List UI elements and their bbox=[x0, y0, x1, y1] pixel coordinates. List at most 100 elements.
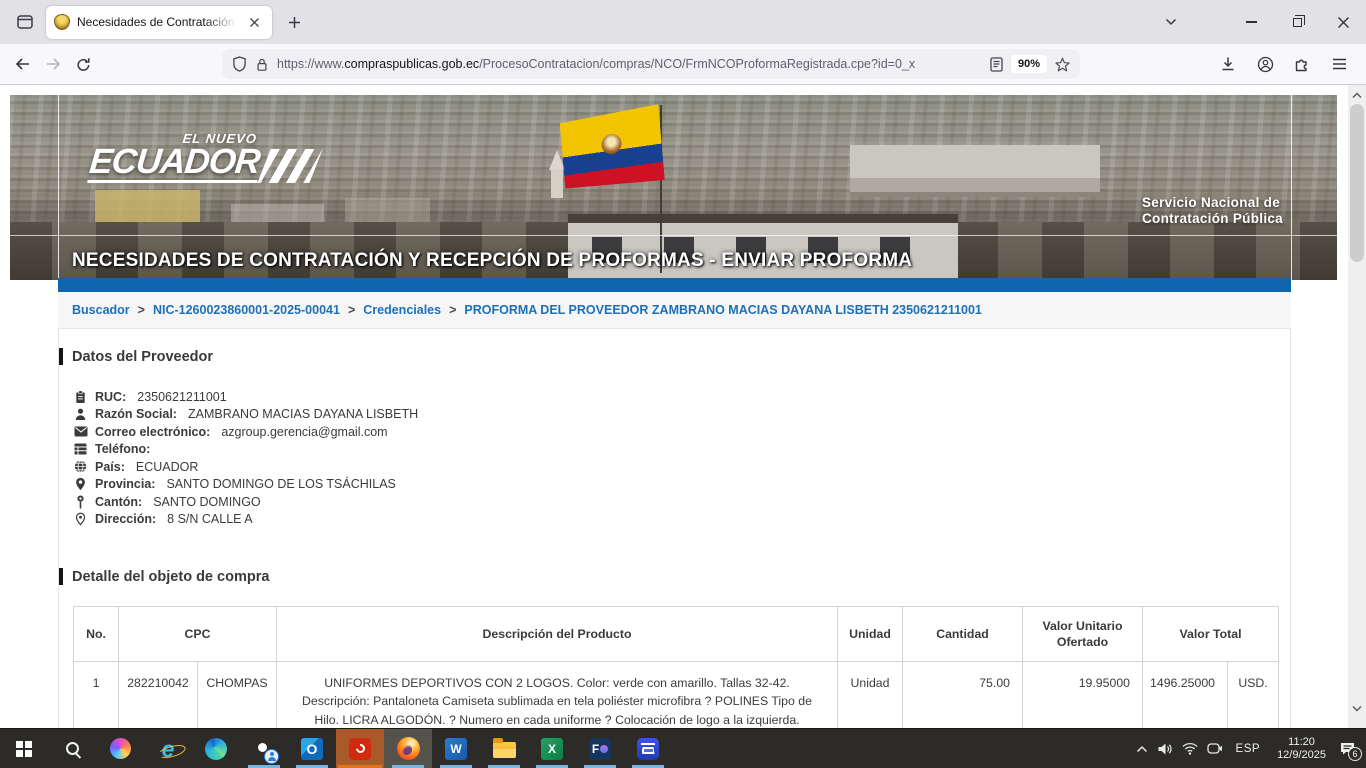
zoom-level-button[interactable]: 90% bbox=[1011, 55, 1047, 73]
field-direccion: Dirección: 8 S/N CALLE A bbox=[73, 511, 1290, 529]
list-all-tabs-icon[interactable] bbox=[1156, 7, 1186, 37]
browser-tab[interactable]: Necesidades de Contratación y bbox=[46, 6, 272, 39]
tab-close-icon[interactable] bbox=[244, 12, 264, 32]
el-nuevo-ecuador-logo: EL NUEVO ECUADOR bbox=[87, 131, 319, 183]
notification-count-badge: 6 bbox=[1348, 747, 1362, 761]
table-row: 1 282210042 CHOMPAS UNIFORMES DEPORTIVOS… bbox=[74, 662, 1279, 729]
col-no: No. bbox=[74, 607, 119, 662]
windows-logo-icon bbox=[16, 741, 32, 757]
windows-taskbar: e O W X F ESP 11:20 12/9/2025 6 bbox=[0, 728, 1366, 768]
bookmark-star-icon[interactable] bbox=[1055, 57, 1070, 72]
system-tray: ESP 11:20 12/9/2025 6 bbox=[1136, 729, 1366, 768]
shield-icon[interactable] bbox=[232, 56, 247, 72]
scroll-up-icon[interactable] bbox=[1348, 87, 1366, 103]
cell-valor-unitario: 19.95000 bbox=[1023, 662, 1143, 729]
reader-mode-icon[interactable] bbox=[990, 57, 1003, 72]
breadcrumb-credenciales[interactable]: Credenciales bbox=[363, 303, 441, 317]
notification-center-icon[interactable]: 6 bbox=[1339, 741, 1356, 757]
volume-icon[interactable] bbox=[1157, 742, 1173, 756]
search-icon bbox=[66, 742, 79, 755]
tray-chevron-up-icon[interactable] bbox=[1136, 745, 1148, 753]
forward-icon[interactable] bbox=[38, 49, 68, 79]
taskbar-acrobat-button[interactable] bbox=[336, 729, 384, 768]
url-text: https://www.compraspublicas.gob.ec/Proce… bbox=[277, 57, 982, 71]
ecuador-flag bbox=[559, 104, 665, 194]
new-tab-button[interactable] bbox=[280, 8, 308, 36]
taskbar-outlook-button[interactable]: O bbox=[288, 729, 336, 768]
menu-hamburger-icon[interactable] bbox=[1324, 49, 1354, 79]
clock[interactable]: 11:20 12/9/2025 bbox=[1273, 736, 1330, 762]
taskbar-excel-button[interactable]: X bbox=[528, 729, 576, 768]
start-button[interactable] bbox=[0, 729, 48, 768]
site-favicon bbox=[54, 14, 70, 30]
language-indicator[interactable]: ESP bbox=[1232, 743, 1265, 755]
cell-currency: USD. bbox=[1228, 662, 1279, 729]
map-marker-icon bbox=[73, 495, 88, 509]
taskbar-firefox-button[interactable] bbox=[384, 729, 432, 768]
meet-now-icon[interactable] bbox=[1207, 742, 1223, 755]
provider-section-heading: Datos del Proveedor bbox=[59, 349, 1290, 365]
cell-valor-total: 1496.25000 bbox=[1143, 662, 1228, 729]
wifi-icon[interactable] bbox=[1182, 742, 1198, 755]
cell-cpc-code: 282210042 bbox=[119, 662, 198, 729]
browser-toolbar: https://www.compraspublicas.gob.ec/Proce… bbox=[0, 44, 1366, 85]
cell-cpc-name: CHOMPAS bbox=[198, 662, 277, 729]
col-cantidad: Cantidad bbox=[903, 607, 1023, 662]
extensions-icon[interactable] bbox=[1287, 49, 1317, 79]
col-descripcion: Descripción del Producto bbox=[277, 607, 838, 662]
firefox-icon bbox=[397, 737, 420, 760]
cell-descripcion: UNIFORMES DEPORTIVOS CON 2 LOGOS. Color:… bbox=[277, 662, 838, 729]
edge-icon bbox=[205, 738, 227, 760]
chrome-profile-badge bbox=[264, 749, 279, 764]
field-correo: Correo electrónico: azgroup.gerencia@gma… bbox=[73, 423, 1290, 441]
breadcrumb: Buscador > NIC-1260023860001-2025-00041 … bbox=[58, 292, 1291, 329]
reload-icon[interactable] bbox=[68, 49, 98, 79]
taskbar-scanner-button[interactable] bbox=[624, 729, 672, 768]
internet-explorer-icon: e bbox=[162, 739, 175, 759]
clipboard-icon bbox=[73, 390, 88, 404]
lock-icon[interactable] bbox=[255, 57, 269, 72]
breadcrumb-proforma[interactable]: PROFORMA DEL PROVEEDOR ZAMBRANO MACIAS D… bbox=[464, 303, 982, 317]
excel-icon: X bbox=[541, 738, 563, 760]
taskbar-explorer-button[interactable] bbox=[480, 729, 528, 768]
purchase-section-heading: Detalle del objeto de compra bbox=[59, 569, 1290, 585]
cell-no: 1 bbox=[74, 662, 119, 729]
taskbar-copilot-button[interactable] bbox=[96, 729, 144, 768]
field-razon-social: Razón Social: ZAMBRANO MACIAS DAYANA LIS… bbox=[73, 406, 1290, 424]
window-minimize-button[interactable] bbox=[1228, 0, 1274, 44]
purchase-table: No. CPC Descripción del Producto Unidad … bbox=[73, 606, 1279, 728]
breadcrumb-buscador[interactable]: Buscador bbox=[72, 303, 130, 317]
taskbar-fapp-button[interactable]: F bbox=[576, 729, 624, 768]
map-pin-outline-icon bbox=[73, 512, 88, 526]
back-icon[interactable] bbox=[8, 49, 38, 79]
taskbar-word-button[interactable]: W bbox=[432, 729, 480, 768]
hero-banner-image: EL NUEVO ECUADOR Servicio Nacional de Co… bbox=[10, 95, 1337, 280]
content-container: Datos del Proveedor RUC: 2350621211001 R… bbox=[58, 329, 1291, 728]
url-bar[interactable]: https://www.compraspublicas.gob.ec/Proce… bbox=[222, 49, 1080, 79]
taskbar-ie-button[interactable]: e bbox=[144, 729, 192, 768]
outlook-icon: O bbox=[301, 738, 323, 760]
col-unidad: Unidad bbox=[838, 607, 903, 662]
scroll-down-icon[interactable] bbox=[1348, 700, 1366, 716]
scrollbar-thumb[interactable] bbox=[1350, 104, 1364, 262]
field-ruc: RUC: 2350621211001 bbox=[73, 388, 1290, 406]
copilot-icon bbox=[110, 738, 131, 759]
field-pais: País: ECUADOR bbox=[73, 458, 1290, 476]
envelope-icon bbox=[73, 426, 88, 437]
breadcrumb-nic[interactable]: NIC-1260023860001-2025-00041 bbox=[153, 303, 340, 317]
downloads-icon[interactable] bbox=[1213, 49, 1243, 79]
taskbar-search-button[interactable] bbox=[48, 729, 96, 768]
window-close-button[interactable] bbox=[1320, 0, 1366, 44]
firefox-view-icon[interactable] bbox=[8, 7, 42, 37]
taskbar-edge-button[interactable] bbox=[192, 729, 240, 768]
field-canton: Cantón: SANTO DOMINGO bbox=[73, 493, 1290, 511]
blue-accent-bar bbox=[58, 278, 1291, 292]
time: 11:20 bbox=[1288, 736, 1315, 748]
cell-unidad: Unidad bbox=[838, 662, 903, 729]
scanner-app-icon bbox=[637, 738, 659, 760]
account-icon[interactable] bbox=[1250, 49, 1280, 79]
window-restore-button[interactable] bbox=[1274, 0, 1320, 44]
col-valor-unitario: Valor Unitario Ofertado bbox=[1023, 607, 1143, 662]
taskbar-chrome-button[interactable] bbox=[240, 729, 288, 768]
page-scrollbar[interactable] bbox=[1348, 85, 1366, 728]
